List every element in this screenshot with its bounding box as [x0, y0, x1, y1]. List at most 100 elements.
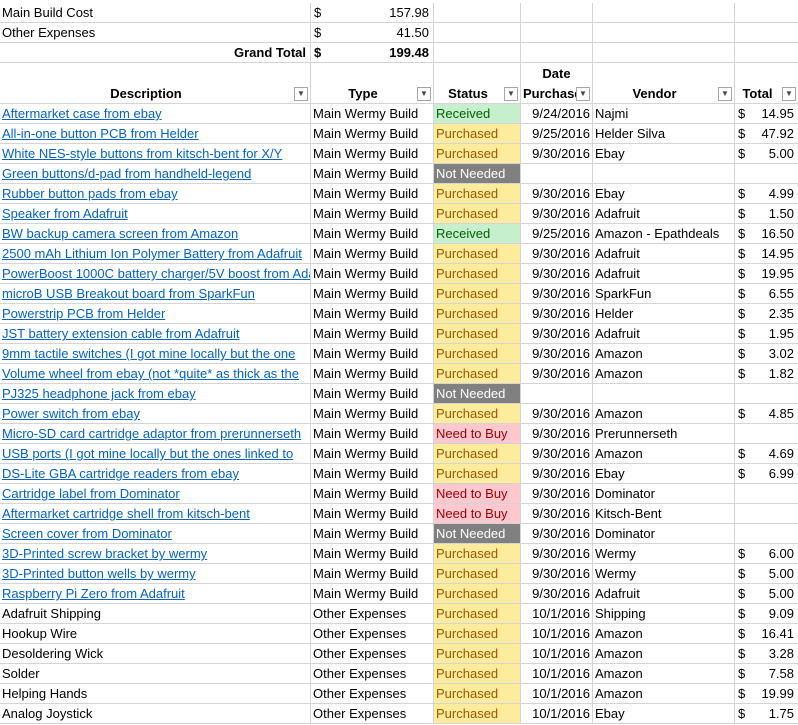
type-cell[interactable]: Main Wermy Build: [311, 584, 434, 603]
vendor-cell[interactable]: Najmi: [593, 104, 735, 123]
total-cell[interactable]: [735, 504, 798, 523]
total-cell[interactable]: $1.95: [735, 324, 798, 343]
description-link[interactable]: Aftermarket case from ebay: [0, 104, 311, 123]
date-cell[interactable]: 9/25/2016: [521, 224, 593, 243]
status-cell[interactable]: Received: [434, 224, 521, 243]
total-cell[interactable]: [735, 424, 798, 443]
status-cell[interactable]: Purchased: [434, 444, 521, 463]
status-cell[interactable]: Purchased: [434, 284, 521, 303]
type-cell[interactable]: Main Wermy Build: [311, 544, 434, 563]
vendor-cell[interactable]: Helder: [593, 304, 735, 323]
description-link[interactable]: BW backup camera screen from Amazon: [0, 224, 311, 243]
total-cell[interactable]: $9.09: [735, 604, 798, 623]
description-link[interactable]: Screen cover from Dominator: [0, 524, 311, 543]
description-cell[interactable]: Adafruit Shipping: [0, 604, 311, 623]
summary-label[interactable]: Other Expenses: [0, 23, 311, 42]
date-cell[interactable]: 9/30/2016: [521, 444, 593, 463]
empty-cell[interactable]: [521, 43, 593, 62]
description-link[interactable]: JST battery extension cable from Adafrui…: [0, 324, 311, 343]
description-link[interactable]: 9mm tactile switches (I got mine locally…: [0, 344, 311, 363]
status-cell[interactable]: Purchased: [434, 244, 521, 263]
date-cell[interactable]: 10/1/2016: [521, 644, 593, 663]
type-cell[interactable]: Main Wermy Build: [311, 364, 434, 383]
description-link[interactable]: 3D-Printed screw bracket by wermy: [0, 544, 311, 563]
status-cell[interactable]: Purchased: [434, 124, 521, 143]
status-cell[interactable]: Purchased: [434, 684, 521, 703]
type-cell[interactable]: Main Wermy Build: [311, 104, 434, 123]
date-cell[interactable]: [521, 164, 593, 183]
status-cell[interactable]: Need to Buy: [434, 484, 521, 503]
date-cell[interactable]: 9/30/2016: [521, 144, 593, 163]
total-cell[interactable]: $1.82: [735, 364, 798, 383]
filter-dropdown-icon[interactable]: ▼: [576, 87, 590, 101]
status-cell[interactable]: Purchased: [434, 204, 521, 223]
description-link[interactable]: Power switch from ebay: [0, 404, 311, 423]
total-cell[interactable]: $19.95: [735, 264, 798, 283]
status-cell[interactable]: Purchased: [434, 564, 521, 583]
type-cell[interactable]: Main Wermy Build: [311, 184, 434, 203]
total-cell[interactable]: $47.92: [735, 124, 798, 143]
date-cell[interactable]: 10/1/2016: [521, 684, 593, 703]
description-link[interactable]: All-in-one button PCB from Helder: [0, 124, 311, 143]
total-cell[interactable]: $7.58: [735, 664, 798, 683]
date-cell[interactable]: 9/30/2016: [521, 504, 593, 523]
vendor-cell[interactable]: Wermy: [593, 564, 735, 583]
date-cell[interactable]: 9/30/2016: [521, 484, 593, 503]
empty-cell[interactable]: [434, 23, 521, 42]
date-cell[interactable]: 9/30/2016: [521, 304, 593, 323]
empty-cell[interactable]: [521, 3, 593, 22]
status-cell[interactable]: Purchased: [434, 604, 521, 623]
status-cell[interactable]: Not Needed: [434, 384, 521, 403]
date-cell[interactable]: 9/24/2016: [521, 104, 593, 123]
date-cell[interactable]: 10/1/2016: [521, 624, 593, 643]
total-cell[interactable]: $5.00: [735, 564, 798, 583]
type-cell[interactable]: Other Expenses: [311, 684, 434, 703]
date-cell[interactable]: 9/30/2016: [521, 204, 593, 223]
total-cell[interactable]: $16.50: [735, 224, 798, 243]
empty-cell[interactable]: [593, 23, 735, 42]
empty-cell[interactable]: [735, 43, 798, 62]
status-cell[interactable]: Not Needed: [434, 524, 521, 543]
vendor-cell[interactable]: Ebay: [593, 144, 735, 163]
total-cell[interactable]: $1.75: [735, 704, 798, 723]
description-link[interactable]: Volume wheel from ebay (not *quite* as t…: [0, 364, 311, 383]
date-cell[interactable]: 9/30/2016: [521, 404, 593, 423]
empty-cell[interactable]: [593, 3, 735, 22]
type-cell[interactable]: Main Wermy Build: [311, 464, 434, 483]
type-cell[interactable]: Main Wermy Build: [311, 264, 434, 283]
vendor-cell[interactable]: Amazon: [593, 644, 735, 663]
type-cell[interactable]: Main Wermy Build: [311, 384, 434, 403]
type-cell[interactable]: Main Wermy Build: [311, 504, 434, 523]
vendor-cell[interactable]: Amazon: [593, 404, 735, 423]
header-date-purchased[interactable]: Date Purchase ▼: [521, 63, 593, 103]
grand-total-amount[interactable]: $ 199.48: [311, 43, 434, 62]
type-cell[interactable]: Other Expenses: [311, 624, 434, 643]
total-cell[interactable]: [735, 164, 798, 183]
total-cell[interactable]: $5.00: [735, 144, 798, 163]
description-link[interactable]: DS-Lite GBA cartridge readers from ebay: [0, 464, 311, 483]
empty-cell[interactable]: [434, 3, 521, 22]
type-cell[interactable]: Main Wermy Build: [311, 424, 434, 443]
vendor-cell[interactable]: Dominator: [593, 524, 735, 543]
description-link[interactable]: Raspberry Pi Zero from Adafruit: [0, 584, 311, 603]
total-cell[interactable]: $6.00: [735, 544, 798, 563]
date-cell[interactable]: 9/30/2016: [521, 464, 593, 483]
date-cell[interactable]: 9/30/2016: [521, 544, 593, 563]
vendor-cell[interactable]: Adafruit: [593, 204, 735, 223]
date-cell[interactable]: 9/30/2016: [521, 564, 593, 583]
vendor-cell[interactable]: Wermy: [593, 544, 735, 563]
total-cell[interactable]: $19.99: [735, 684, 798, 703]
vendor-cell[interactable]: Prerunnerseth: [593, 424, 735, 443]
description-cell[interactable]: Helping Hands: [0, 684, 311, 703]
vendor-cell[interactable]: Shipping: [593, 604, 735, 623]
vendor-cell[interactable]: Ebay: [593, 704, 735, 723]
filter-dropdown-icon[interactable]: ▼: [294, 87, 308, 101]
type-cell[interactable]: Other Expenses: [311, 604, 434, 623]
status-cell[interactable]: Purchased: [434, 364, 521, 383]
date-cell[interactable]: [521, 384, 593, 403]
total-cell[interactable]: [735, 384, 798, 403]
header-total[interactable]: Total ▼: [735, 63, 798, 103]
status-cell[interactable]: Purchased: [434, 344, 521, 363]
vendor-cell[interactable]: Kitsch-Bent: [593, 504, 735, 523]
empty-cell[interactable]: [434, 43, 521, 62]
